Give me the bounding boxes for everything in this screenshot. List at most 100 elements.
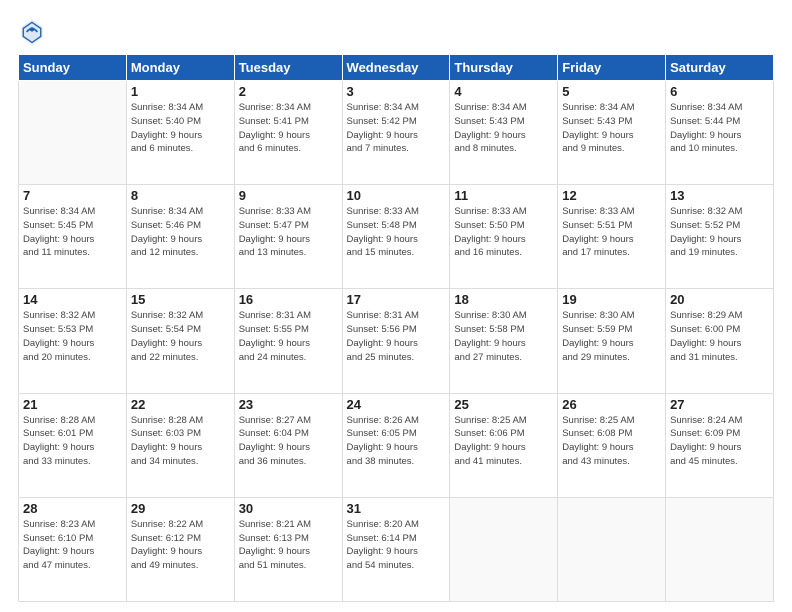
calendar-cell bbox=[666, 497, 774, 601]
day-number: 15 bbox=[131, 292, 230, 307]
calendar-cell: 13Sunrise: 8:32 AM Sunset: 5:52 PM Dayli… bbox=[666, 185, 774, 289]
calendar-cell: 20 Sunrise: 8:29 AM Sunset: 6:00 PM Dayli… bbox=[666, 289, 774, 393]
day-number: 7 bbox=[23, 188, 122, 203]
calendar-cell: 1 Sunrise: 8:34 AM Sunset: 5:40 PM Daylig… bbox=[126, 81, 234, 185]
day-info: Sunrise: 8:29 AM Sunset: 6:00 PM Dayligh… bbox=[670, 309, 769, 364]
weekday-header-row: SundayMondayTuesdayWednesdayThursdayFrid… bbox=[19, 55, 774, 81]
day-number: 29 bbox=[131, 501, 230, 516]
day-number: 16 bbox=[239, 292, 338, 307]
week-row-2: 7 Sunrise: 8:34 AM Sunset: 5:45 PM Daylig… bbox=[19, 185, 774, 289]
day-info: Sunrise: 8:31 AM Sunset: 5:56 PM Dayligh… bbox=[347, 309, 446, 364]
day-number: 8 bbox=[131, 188, 230, 203]
day-info: Sunrise: 8:20 AM Sunset: 6:14 PM Dayligh… bbox=[347, 518, 446, 573]
day-info: Sunrise: 8:24 AM Sunset: 6:09 PM Dayligh… bbox=[670, 414, 769, 469]
day-number: 19 bbox=[562, 292, 661, 307]
day-number: 24 bbox=[347, 397, 446, 412]
day-info: Sunrise: 8:33 AM Sunset: 5:50 PM Dayligh… bbox=[454, 205, 553, 260]
weekday-thursday: Thursday bbox=[450, 55, 558, 81]
week-row-3: 14 Sunrise: 8:32 AM Sunset: 5:53 PM Dayli… bbox=[19, 289, 774, 393]
weekday-saturday: Saturday bbox=[666, 55, 774, 81]
day-info: Sunrise: 8:21 AM Sunset: 6:13 PM Dayligh… bbox=[239, 518, 338, 573]
day-number: 4 bbox=[454, 84, 553, 99]
calendar-cell: 30Sunrise: 8:21 AM Sunset: 6:13 PM Dayli… bbox=[234, 497, 342, 601]
day-info: Sunrise: 8:28 AM Sunset: 6:03 PM Dayligh… bbox=[131, 414, 230, 469]
calendar-cell: 24 Sunrise: 8:26 AM Sunset: 6:05 PM Dayli… bbox=[342, 393, 450, 497]
calendar-table: SundayMondayTuesdayWednesdayThursdayFrid… bbox=[18, 54, 774, 602]
calendar-cell bbox=[19, 81, 127, 185]
day-number: 26 bbox=[562, 397, 661, 412]
day-number: 18 bbox=[454, 292, 553, 307]
calendar-cell: 23 Sunrise: 8:27 AM Sunset: 6:04 PM Dayli… bbox=[234, 393, 342, 497]
calendar-cell: 28 Sunrise: 8:23 AM Sunset: 6:10 PM Dayli… bbox=[19, 497, 127, 601]
day-number: 5 bbox=[562, 84, 661, 99]
day-number: 13 bbox=[670, 188, 769, 203]
day-number: 1 bbox=[131, 84, 230, 99]
calendar-cell: 9 Sunrise: 8:33 AM Sunset: 5:47 PM Daylig… bbox=[234, 185, 342, 289]
day-info: Sunrise: 8:33 AM Sunset: 5:51 PM Dayligh… bbox=[562, 205, 661, 260]
day-number: 2 bbox=[239, 84, 338, 99]
day-info: Sunrise: 8:34 AM Sunset: 5:43 PM Dayligh… bbox=[562, 101, 661, 156]
calendar-cell: 11 Sunrise: 8:33 AM Sunset: 5:50 PM Dayli… bbox=[450, 185, 558, 289]
day-number: 6 bbox=[670, 84, 769, 99]
calendar-cell: 16 Sunrise: 8:31 AM Sunset: 5:55 PM Dayli… bbox=[234, 289, 342, 393]
calendar-cell: 27 Sunrise: 8:24 AM Sunset: 6:09 PM Dayli… bbox=[666, 393, 774, 497]
day-number: 28 bbox=[23, 501, 122, 516]
week-row-5: 28 Sunrise: 8:23 AM Sunset: 6:10 PM Dayli… bbox=[19, 497, 774, 601]
calendar-cell: 10 Sunrise: 8:33 AM Sunset: 5:48 PM Dayli… bbox=[342, 185, 450, 289]
day-number: 12 bbox=[562, 188, 661, 203]
day-info: Sunrise: 8:27 AM Sunset: 6:04 PM Dayligh… bbox=[239, 414, 338, 469]
day-number: 10 bbox=[347, 188, 446, 203]
day-number: 25 bbox=[454, 397, 553, 412]
calendar-cell bbox=[450, 497, 558, 601]
week-row-1: 1 Sunrise: 8:34 AM Sunset: 5:40 PM Daylig… bbox=[19, 81, 774, 185]
calendar-cell: 6 Sunrise: 8:34 AM Sunset: 5:44 PM Daylig… bbox=[666, 81, 774, 185]
calendar-cell: 29 Sunrise: 8:22 AM Sunset: 6:12 PM Dayli… bbox=[126, 497, 234, 601]
calendar-cell: 22Sunrise: 8:28 AM Sunset: 6:03 PM Dayli… bbox=[126, 393, 234, 497]
day-number: 11 bbox=[454, 188, 553, 203]
day-number: 14 bbox=[23, 292, 122, 307]
calendar-cell: 17Sunrise: 8:31 AM Sunset: 5:56 PM Dayli… bbox=[342, 289, 450, 393]
day-number: 27 bbox=[670, 397, 769, 412]
week-row-4: 21Sunrise: 8:28 AM Sunset: 6:01 PM Dayli… bbox=[19, 393, 774, 497]
day-info: Sunrise: 8:33 AM Sunset: 5:48 PM Dayligh… bbox=[347, 205, 446, 260]
weekday-sunday: Sunday bbox=[19, 55, 127, 81]
page: SundayMondayTuesdayWednesdayThursdayFrid… bbox=[0, 0, 792, 612]
day-info: Sunrise: 8:33 AM Sunset: 5:47 PM Dayligh… bbox=[239, 205, 338, 260]
day-info: Sunrise: 8:34 AM Sunset: 5:45 PM Dayligh… bbox=[23, 205, 122, 260]
calendar-cell bbox=[558, 497, 666, 601]
day-number: 31 bbox=[347, 501, 446, 516]
weekday-friday: Friday bbox=[558, 55, 666, 81]
day-info: Sunrise: 8:23 AM Sunset: 6:10 PM Dayligh… bbox=[23, 518, 122, 573]
calendar-cell: 18 Sunrise: 8:30 AM Sunset: 5:58 PM Dayli… bbox=[450, 289, 558, 393]
day-info: Sunrise: 8:30 AM Sunset: 5:58 PM Dayligh… bbox=[454, 309, 553, 364]
day-info: Sunrise: 8:34 AM Sunset: 5:40 PM Dayligh… bbox=[131, 101, 230, 156]
day-number: 21 bbox=[23, 397, 122, 412]
calendar-cell: 25 Sunrise: 8:25 AM Sunset: 6:06 PM Dayli… bbox=[450, 393, 558, 497]
day-info: Sunrise: 8:22 AM Sunset: 6:12 PM Dayligh… bbox=[131, 518, 230, 573]
calendar-cell: 19 Sunrise: 8:30 AM Sunset: 5:59 PM Dayli… bbox=[558, 289, 666, 393]
logo-icon bbox=[18, 18, 46, 46]
logo bbox=[18, 18, 50, 46]
weekday-wednesday: Wednesday bbox=[342, 55, 450, 81]
day-info: Sunrise: 8:34 AM Sunset: 5:44 PM Dayligh… bbox=[670, 101, 769, 156]
day-info: Sunrise: 8:31 AM Sunset: 5:55 PM Dayligh… bbox=[239, 309, 338, 364]
calendar-cell: 12 Sunrise: 8:33 AM Sunset: 5:51 PM Dayli… bbox=[558, 185, 666, 289]
day-info: Sunrise: 8:30 AM Sunset: 5:59 PM Dayligh… bbox=[562, 309, 661, 364]
day-number: 3 bbox=[347, 84, 446, 99]
day-number: 9 bbox=[239, 188, 338, 203]
day-info: Sunrise: 8:34 AM Sunset: 5:43 PM Dayligh… bbox=[454, 101, 553, 156]
day-info: Sunrise: 8:26 AM Sunset: 6:05 PM Dayligh… bbox=[347, 414, 446, 469]
calendar-cell: 4 Sunrise: 8:34 AM Sunset: 5:43 PM Daylig… bbox=[450, 81, 558, 185]
calendar-cell: 31 Sunrise: 8:20 AM Sunset: 6:14 PM Dayli… bbox=[342, 497, 450, 601]
day-number: 23 bbox=[239, 397, 338, 412]
calendar-cell: 3Sunrise: 8:34 AM Sunset: 5:42 PM Daylig… bbox=[342, 81, 450, 185]
calendar-cell: 21Sunrise: 8:28 AM Sunset: 6:01 PM Dayli… bbox=[19, 393, 127, 497]
calendar-body: 1 Sunrise: 8:34 AM Sunset: 5:40 PM Daylig… bbox=[19, 81, 774, 602]
day-info: Sunrise: 8:32 AM Sunset: 5:54 PM Dayligh… bbox=[131, 309, 230, 364]
day-number: 20 bbox=[670, 292, 769, 307]
day-info: Sunrise: 8:25 AM Sunset: 6:06 PM Dayligh… bbox=[454, 414, 553, 469]
calendar-cell: 8Sunrise: 8:34 AM Sunset: 5:46 PM Daylig… bbox=[126, 185, 234, 289]
day-info: Sunrise: 8:32 AM Sunset: 5:53 PM Dayligh… bbox=[23, 309, 122, 364]
weekday-tuesday: Tuesday bbox=[234, 55, 342, 81]
header bbox=[18, 18, 774, 46]
